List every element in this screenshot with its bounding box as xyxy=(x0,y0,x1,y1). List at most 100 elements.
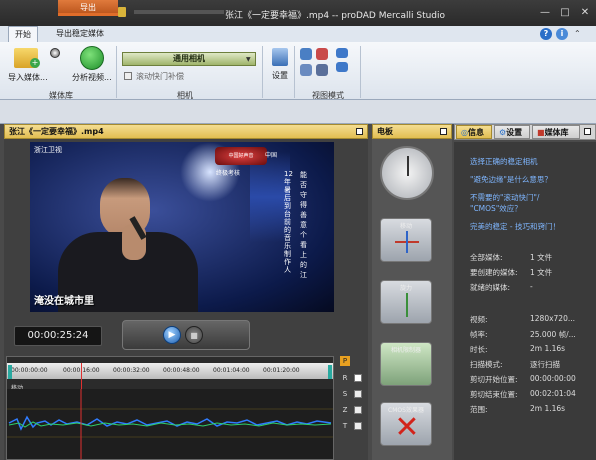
tile-camera-limiter[interactable]: 相机限制器 xyxy=(380,342,432,386)
tab-export-stabilized[interactable]: 导出稳定媒体 xyxy=(50,26,110,42)
view-option-b-icon[interactable] xyxy=(336,62,348,72)
add-icon: + xyxy=(30,58,40,68)
info-value: 00:00:00:00 xyxy=(530,374,576,383)
link-tips[interactable]: 完美的稳定 - 技巧和窍门！ xyxy=(470,221,560,232)
info-panel: 选择正确的稳定相机 "避免边缘"是什么意思？ 不需要的"滚动快门"/ "CMOS… xyxy=(454,142,596,460)
link-choose-camera[interactable]: 选择正确的稳定相机 xyxy=(470,156,538,167)
rolling-shutter-checkbox[interactable] xyxy=(124,72,132,80)
camera-select[interactable]: 通用相机 xyxy=(122,52,256,66)
stop-button[interactable]: ■ xyxy=(185,326,203,344)
view-option-a-icon[interactable] xyxy=(336,48,348,58)
ribbon-separator xyxy=(294,46,295,98)
range-end-handle[interactable] xyxy=(328,365,332,379)
show-logo: 中国好声音 xyxy=(215,147,267,165)
tile-rotation[interactable]: 旋力 xyxy=(380,280,432,324)
video-panel-header: 张江《一定要幸福》.mp4 xyxy=(4,124,368,139)
view-stack-icon[interactable] xyxy=(316,64,328,76)
import-media-button[interactable]: 导入媒体... xyxy=(8,72,48,83)
info-value: 2m 1.16s xyxy=(530,404,566,413)
middle-panel-maximize-icon[interactable] xyxy=(440,128,447,135)
analyze-video-button[interactable]: 分析视频... xyxy=(72,72,112,83)
view-single-icon[interactable] xyxy=(300,48,312,60)
window-title: 张江《一定要幸福》.mp4 -- proDAD Mercalli Studio xyxy=(225,11,446,21)
timeline-tick: 00:00:48:00 xyxy=(163,367,200,374)
info-value: 1 文件 xyxy=(530,253,553,262)
media-icon: ■ xyxy=(537,128,545,137)
quick-access-toolbar xyxy=(134,10,224,14)
info-tab-icon: ◎ xyxy=(461,128,468,137)
maximize-button[interactable]: □ xyxy=(556,6,574,20)
timeline[interactable]: 00:00:00:00 00:00:16:00 00:00:32:00 00:0… xyxy=(6,356,334,460)
disabled-x-icon: ✕ xyxy=(394,410,420,445)
timeline-option-t-checkbox[interactable] xyxy=(354,422,362,430)
ribbon-separator xyxy=(116,46,117,98)
info-key: 帧率: xyxy=(470,330,488,339)
help-icon[interactable]: ? xyxy=(540,28,552,40)
app-icon xyxy=(118,7,126,17)
subtitle-text: 淹没在城市里 xyxy=(34,296,94,307)
crosshair-v-icon xyxy=(406,231,408,253)
watermark-text: 终极考核 xyxy=(216,170,241,177)
play-button[interactable]: ▶ xyxy=(163,326,181,344)
timeline-option-p[interactable]: P xyxy=(340,356,350,366)
info-key: 扫描模式: xyxy=(470,360,503,369)
timeline-option-t[interactable]: T xyxy=(340,421,350,431)
transport-controls: ▶ ■ xyxy=(122,320,250,350)
status-strip xyxy=(0,100,596,124)
info-value: 2m 1.16s xyxy=(530,344,566,353)
info-value: 25.000 帧/... xyxy=(530,330,576,339)
playhead[interactable] xyxy=(81,363,82,389)
info-key: 就绪的媒体: xyxy=(470,283,511,292)
settings-icon[interactable] xyxy=(272,48,288,66)
ribbon-tab-bar: 开始 导出稳定媒体 ? i ⌃ xyxy=(0,26,596,42)
timeline-option-r[interactable]: R xyxy=(340,373,350,383)
info-key: 要创建的媒体: xyxy=(470,268,518,277)
info-key: 视频: xyxy=(470,315,488,324)
info-icon[interactable]: i xyxy=(556,28,568,40)
info-panel-maximize-icon[interactable] xyxy=(584,128,591,135)
info-value: 1280x720... xyxy=(530,314,575,323)
tab-info[interactable]: ◎信息 xyxy=(456,125,492,139)
timeline-option-z-checkbox[interactable] xyxy=(354,406,362,414)
view-compare-icon[interactable] xyxy=(300,64,312,76)
middle-panel-title: 电板 xyxy=(377,127,393,136)
context-tab-accent xyxy=(58,13,120,16)
remove-media-icon[interactable] xyxy=(50,48,60,58)
minimize-button[interactable]: — xyxy=(536,6,554,20)
timeline-option-r-checkbox[interactable] xyxy=(354,374,362,382)
timecode-display: 00:00:25:24 xyxy=(14,326,102,346)
caption-vertical-1: 12 年暑后到台前的音乐制作人 xyxy=(284,170,293,274)
video-panel-maximize-icon[interactable] xyxy=(356,128,363,135)
timeline-option-s-checkbox[interactable] xyxy=(354,390,362,398)
info-value: 1 文件 xyxy=(530,268,553,277)
tab-settings[interactable]: ⚙设置 xyxy=(494,125,530,139)
timeline-ruler[interactable]: 00:00:00:00 00:00:16:00 00:00:32:00 00:0… xyxy=(7,363,333,379)
range-start-handle[interactable] xyxy=(8,365,12,379)
motion-waveform xyxy=(7,389,333,459)
settings-button[interactable]: 设置 xyxy=(272,70,288,81)
ribbon-separator xyxy=(262,46,263,98)
tab-start[interactable]: 开始 xyxy=(8,26,38,42)
view-split-icon[interactable] xyxy=(316,48,328,60)
ribbon: + 导入媒体... 分析视频... 媒体库 通用相机 ▼ 滚动快门补偿 相机 设… xyxy=(0,42,596,100)
tile-cmos-effect[interactable]: CMOS效果器 ✕ xyxy=(380,402,432,446)
analyze-icon[interactable] xyxy=(80,46,104,70)
link-cmos-effect[interactable]: "CMOS"效应？ xyxy=(470,203,522,214)
link-avoid-edges[interactable]: "避免边缘"是什么意思？ xyxy=(470,174,552,185)
tab-media-library[interactable]: ■媒体库 xyxy=(532,125,580,139)
ribbon-separator xyxy=(360,46,361,98)
timeline-option-s[interactable]: S xyxy=(340,389,350,399)
gauge-dial xyxy=(380,146,434,200)
tile-motion[interactable]: 移动 xyxy=(380,218,432,262)
link-rolling-shutter[interactable]: 不需要的"滚动快门"/ xyxy=(470,192,539,203)
broadcast-tag: 中国 xyxy=(265,152,278,159)
info-value: 逐行扫描 xyxy=(530,360,560,369)
close-button[interactable]: ✕ xyxy=(576,6,594,20)
video-preview: 浙江卫视 中国好声音 中国 终极考核 12 年暑后到台前的音乐制作人 能否守得善意… xyxy=(30,142,334,312)
channel-logo: 浙江卫视 xyxy=(34,146,62,154)
info-key: 时长: xyxy=(470,345,488,354)
ribbon-collapse-icon[interactable]: ⌃ xyxy=(574,29,581,38)
timeline-tick: 00:00:00:00 xyxy=(11,367,48,374)
timeline-option-z[interactable]: Z xyxy=(340,405,350,415)
rotation-icon xyxy=(406,293,408,317)
